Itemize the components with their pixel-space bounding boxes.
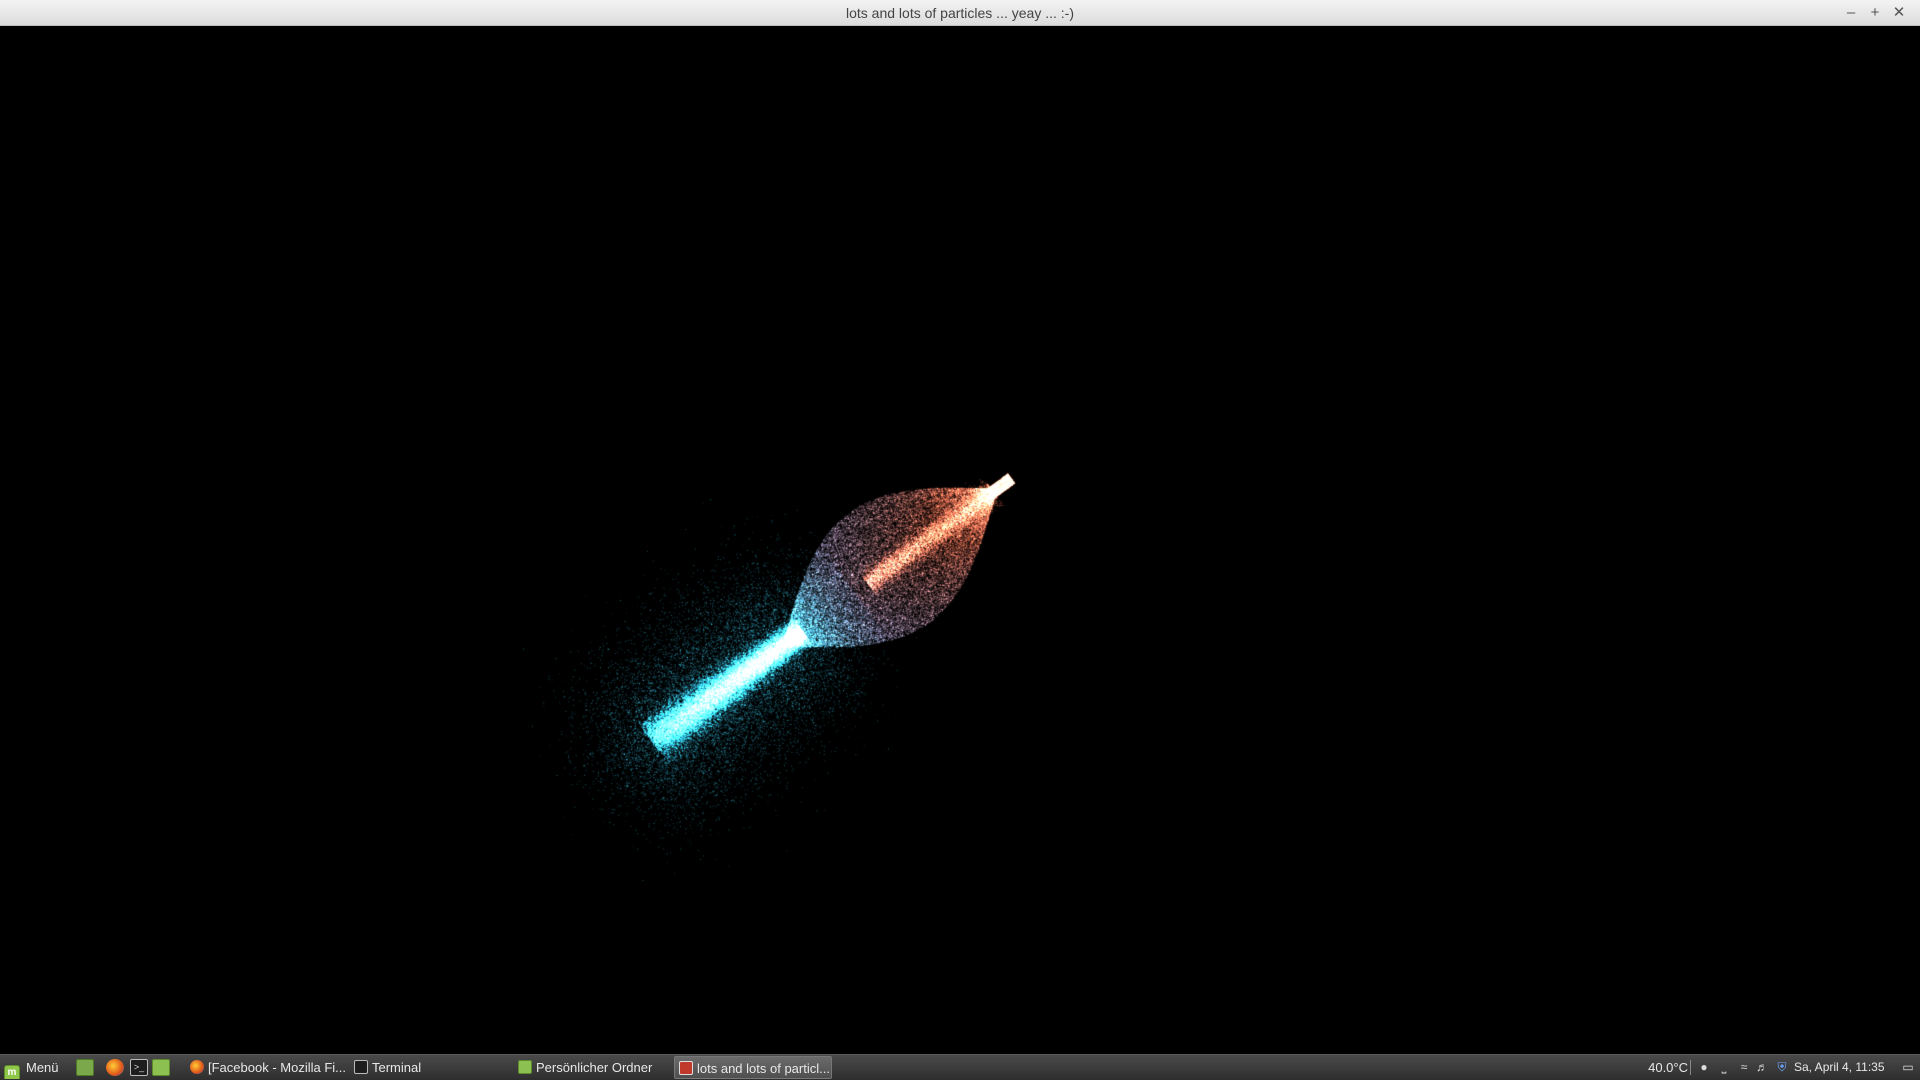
firefox-icon[interactable] bbox=[106, 1059, 124, 1076]
menu-label: Menü bbox=[26, 1060, 59, 1075]
folder-icon[interactable] bbox=[152, 1059, 170, 1076]
minimize-button[interactable]: – bbox=[1840, 0, 1862, 26]
clock[interactable]: Sa, April 4, 11:35 bbox=[1794, 1056, 1900, 1079]
task-terminal[interactable]: Terminal bbox=[350, 1056, 510, 1079]
folder-icon bbox=[518, 1060, 532, 1074]
wifi-icon[interactable]: ≈ bbox=[1736, 1059, 1752, 1075]
particle-cloud bbox=[1, 26, 1919, 1054]
temperature-readout: 40.0°C bbox=[1648, 1060, 1688, 1075]
task-label: lots and lots of particl... bbox=[697, 1061, 830, 1076]
close-button[interactable]: ✕ bbox=[1888, 0, 1910, 26]
task-home-folder[interactable]: Persönlicher Ordner bbox=[514, 1056, 674, 1079]
keyboard-icon[interactable]: ⎵ bbox=[1716, 1059, 1732, 1075]
maximize-button[interactable]: + bbox=[1864, 0, 1886, 26]
show-desktop-icon[interactable] bbox=[76, 1059, 94, 1076]
terminal-icon[interactable]: >_ bbox=[130, 1059, 148, 1076]
task-label: [Facebook - Mozilla Fi... bbox=[208, 1060, 346, 1075]
window-titlebar[interactable]: lots and lots of particles ... yeay ... … bbox=[0, 0, 1920, 26]
tray-separator bbox=[1690, 1060, 1691, 1075]
particle-render-area[interactable] bbox=[1, 26, 1919, 1054]
app-window-icon bbox=[679, 1061, 693, 1075]
task-label: Persönlicher Ordner bbox=[536, 1060, 653, 1075]
task-firefox[interactable]: [Facebook - Mozilla Fi... bbox=[186, 1056, 346, 1079]
notification-icon[interactable]: ▭ bbox=[1900, 1059, 1916, 1075]
menu-button[interactable]: m Menü bbox=[4, 1056, 70, 1079]
firefox-icon bbox=[190, 1060, 204, 1074]
shield-icon[interactable]: ⛨ bbox=[1774, 1059, 1790, 1075]
window-title: lots and lots of particles ... yeay ... … bbox=[846, 5, 1074, 21]
task-particles[interactable]: lots and lots of particl... bbox=[674, 1056, 832, 1079]
mint-logo-icon: m bbox=[4, 1065, 20, 1079]
terminal-icon bbox=[354, 1060, 368, 1074]
user-icon[interactable]: ● bbox=[1696, 1059, 1712, 1075]
volume-icon[interactable]: ♬ bbox=[1754, 1059, 1770, 1075]
task-label: Terminal bbox=[372, 1060, 422, 1075]
taskbar: m Menü >_ [Facebook - Mozilla Fi... Termi… bbox=[0, 1054, 1920, 1080]
